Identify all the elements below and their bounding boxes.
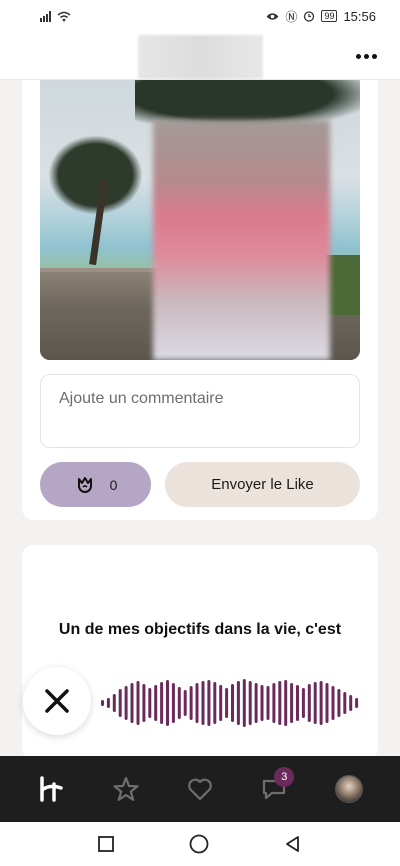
profile-photo[interactable]	[40, 80, 360, 360]
waveform-bar	[195, 683, 199, 723]
waveform-bar	[101, 700, 104, 706]
home-icon[interactable]	[188, 833, 210, 855]
waveform-bar	[219, 685, 223, 721]
waveform-bar	[331, 686, 335, 720]
waveform-bar	[284, 680, 288, 726]
close-icon	[45, 689, 69, 713]
waveform-bar	[201, 681, 205, 725]
waveform-bar	[337, 689, 341, 717]
redacted-profile-name	[138, 35, 263, 79]
photo-card: Ajoute un commentaire 0 Envoyer le Like	[22, 80, 378, 520]
hinge-logo-icon	[40, 776, 63, 802]
waveform-bar	[231, 684, 234, 722]
more-dots-icon	[355, 53, 361, 59]
nav-standouts[interactable]	[106, 769, 146, 809]
bottom-nav: 3	[0, 756, 400, 822]
waveform-bar	[225, 688, 229, 718]
waveform-bar	[325, 683, 329, 723]
wifi-icon	[57, 11, 71, 21]
waveform-bar	[207, 680, 211, 726]
waveform-bar	[254, 683, 258, 723]
heart-icon	[188, 778, 212, 801]
dismiss-button[interactable]	[23, 667, 91, 735]
waveform-bar	[130, 683, 134, 723]
system-nav-bar	[0, 822, 400, 866]
alarm-icon	[304, 11, 315, 22]
nfc-icon: Ⓝ	[285, 9, 298, 24]
avatar	[334, 775, 363, 803]
waveform-bar	[242, 679, 246, 727]
waveform-bar	[213, 682, 217, 724]
send-like-button[interactable]: Envoyer le Like	[165, 462, 360, 507]
waveform-bar	[124, 686, 128, 720]
rose-count: 0	[109, 476, 118, 493]
waveform-bar	[177, 687, 181, 719]
app-header	[0, 32, 400, 80]
rose-button[interactable]: 0	[40, 462, 151, 507]
voice-waveform[interactable]	[100, 675, 360, 731]
signal-icon	[40, 10, 51, 22]
waveform-bar	[106, 698, 110, 708]
rose-icon	[77, 476, 92, 493]
status-right: Ⓝ 99 15:56	[266, 8, 376, 25]
prompt-title: Un de mes objectifs dans la vie, c'est	[58, 621, 342, 638]
waveform-bar	[319, 681, 323, 725]
redacted-person	[153, 120, 330, 360]
waveform-bar	[183, 690, 187, 716]
chat-badge: 3	[274, 767, 295, 787]
waveform-bar	[301, 688, 305, 718]
waveform-bar	[136, 681, 140, 725]
waveform-bar	[154, 685, 158, 721]
nav-profile[interactable]	[329, 769, 369, 809]
nav-chats[interactable]: 3	[254, 767, 295, 809]
waveform-bar	[171, 683, 175, 723]
waveform-bar	[290, 683, 294, 723]
waveform-bar	[166, 680, 169, 726]
waveform-bar	[266, 686, 270, 720]
status-time: 15:56	[343, 8, 376, 24]
back-icon[interactable]	[283, 834, 303, 854]
waveform-bar	[260, 685, 264, 721]
comment-placeholder: Ajoute un commentaire	[59, 390, 224, 407]
waveform-bar	[272, 683, 276, 723]
waveform-bar	[236, 681, 240, 725]
waveform-bar	[307, 684, 311, 722]
status-left	[40, 10, 71, 22]
status-bar: Ⓝ 99 15:56	[0, 0, 400, 32]
waveform-bar	[142, 684, 146, 722]
nav-home[interactable]	[31, 769, 71, 809]
eye-icon	[266, 12, 279, 20]
waveform-bar	[148, 688, 152, 718]
nav-likes[interactable]	[180, 769, 220, 809]
waveform-bar	[248, 681, 252, 725]
comment-input[interactable]: Ajoute un commentaire	[40, 374, 360, 448]
waveform-bar	[355, 698, 359, 708]
waveform-bar	[112, 694, 116, 712]
waveform-bar	[349, 695, 353, 711]
star-icon	[112, 776, 139, 801]
waveform-bar	[278, 681, 282, 725]
waveform-bar	[118, 689, 122, 717]
waveform-bar	[296, 685, 299, 721]
waveform-bar	[189, 686, 193, 720]
waveform-bar	[343, 692, 347, 714]
more-options-button[interactable]	[352, 44, 380, 68]
recent-apps-icon[interactable]	[97, 835, 115, 853]
waveform-bar	[313, 682, 317, 724]
waveform-bar	[160, 682, 164, 724]
battery-indicator: 99	[321, 10, 338, 22]
